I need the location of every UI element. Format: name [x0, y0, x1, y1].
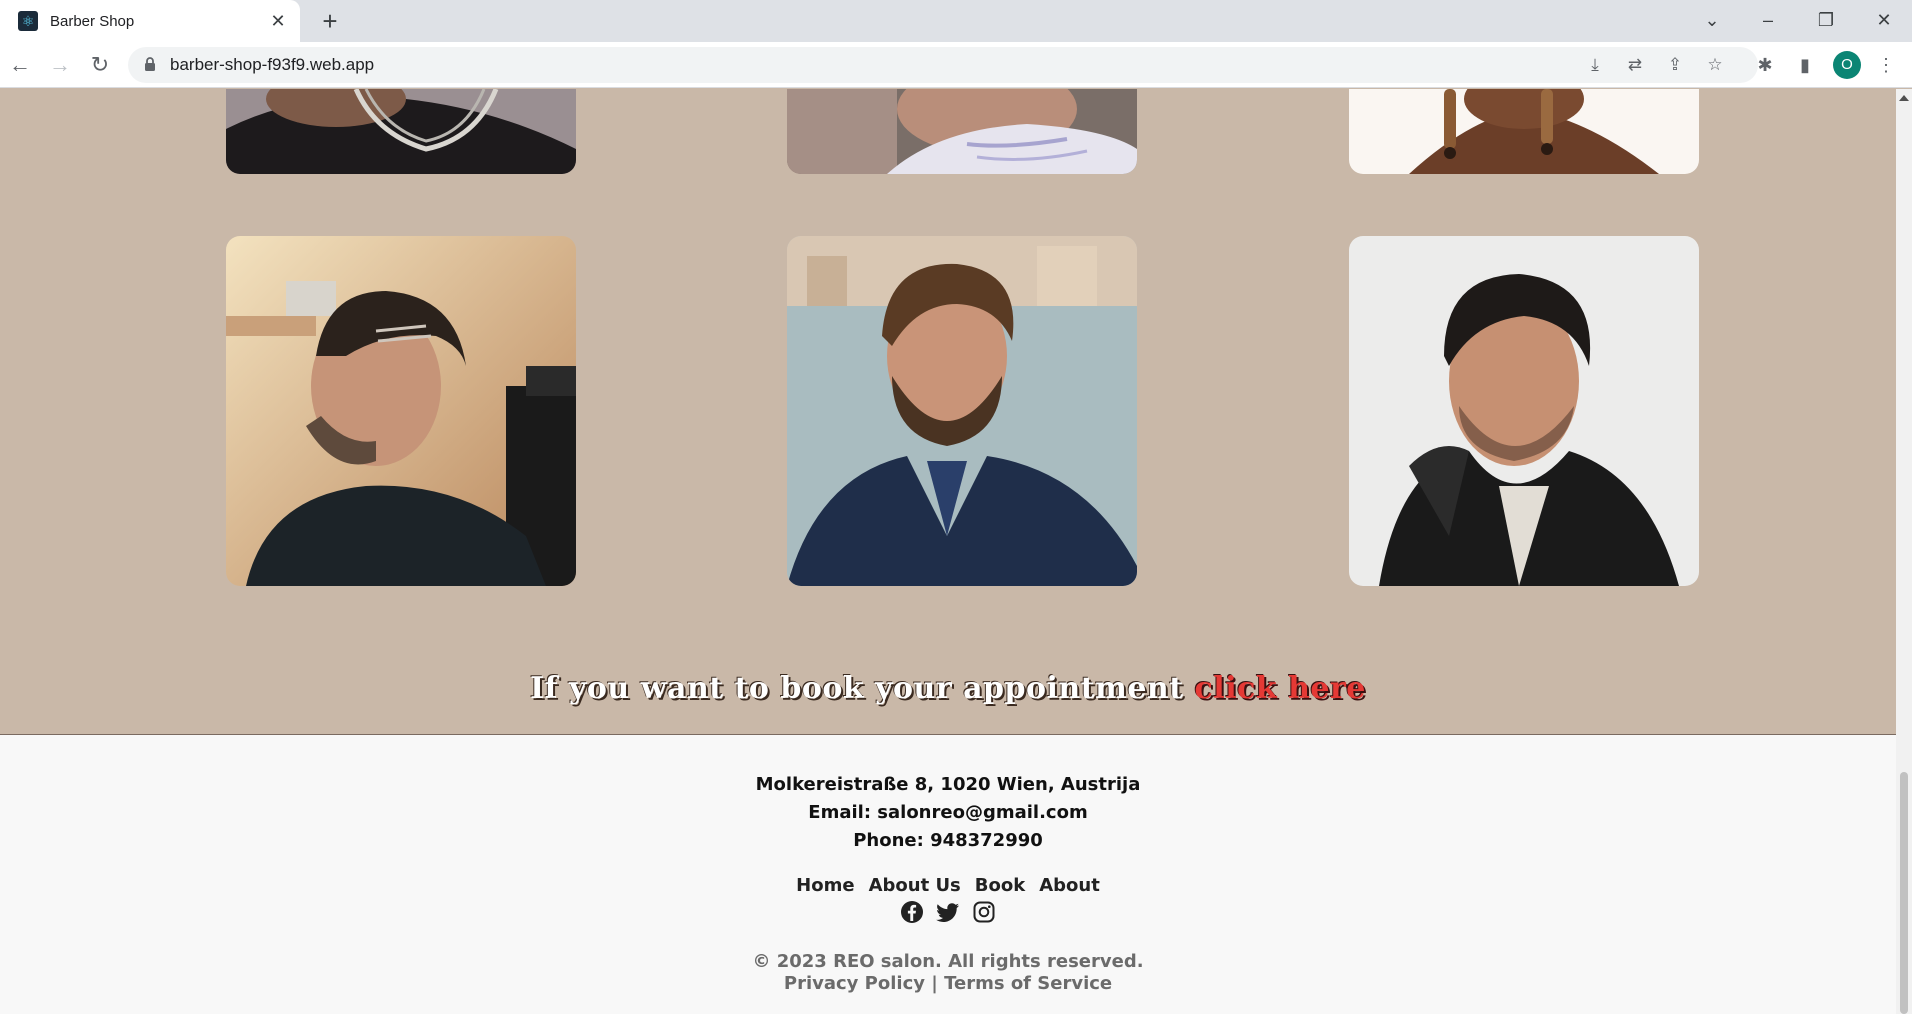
facebook-icon[interactable] [900, 900, 924, 924]
gallery-photo-man-chain [226, 89, 576, 174]
react-favicon-icon: ⚛ [18, 11, 38, 31]
restore-button[interactable]: ❐ [1806, 6, 1846, 34]
gallery-photo-short-crop [1349, 236, 1699, 586]
instagram-icon[interactable] [972, 900, 996, 924]
page-viewport: If you want to book your appointment cli… [0, 89, 1896, 1014]
extensions-puzzle-icon[interactable]: ✱ [1753, 53, 1777, 77]
forward-arrow-icon[interactable]: → [46, 51, 74, 79]
gallery-section: If you want to book your appointment cli… [0, 89, 1896, 734]
legal-separator: | [931, 973, 938, 994]
copyright-text: © 2023 REO salon. All rights reserved. [752, 951, 1144, 972]
social-links [0, 900, 1896, 924]
gallery-photo-fade-haircut [226, 236, 576, 586]
footer-link-about-us[interactable]: About Us [869, 875, 961, 896]
gallery-photo-man-shirt [787, 89, 1137, 174]
back-arrow-icon[interactable]: ← [6, 51, 34, 79]
twitter-icon[interactable] [936, 900, 960, 924]
scroll-thumb[interactable] [1900, 772, 1908, 1014]
tab-title: Barber Shop [50, 12, 135, 30]
privacy-policy-link[interactable]: Privacy Policy [784, 973, 925, 994]
cta-click-here-link[interactable]: click here [1195, 671, 1366, 706]
url-text: barber-shop-f93f9.web.app [170, 55, 375, 74]
cta-text: If you want to book your appointment [530, 671, 1184, 706]
gallery-photo-bearded-man [787, 236, 1137, 586]
side-panel-icon[interactable]: ▮ [1793, 53, 1817, 77]
contact-info: Molkereistraße 8, 1020 Wien, Austrija Em… [0, 771, 1896, 855]
tab-search-chevron-icon[interactable]: ⌄ [1692, 6, 1732, 34]
gallery-photo-woman-earrings [1349, 89, 1699, 174]
footer-nav: Home About Us Book About [0, 875, 1896, 896]
translate-icon[interactable]: ⇄ [1624, 54, 1646, 76]
email-text: Email: salonreo@gmail.com [808, 802, 1088, 823]
booking-cta: If you want to book your appointment cli… [0, 671, 1896, 706]
browser-toolbar: ← → ↻ barber-shop-f93f9.web.app ⤓ ⇄ ⇪ ☆ … [0, 42, 1912, 88]
footer-link-about[interactable]: About [1039, 875, 1100, 896]
footer-link-home[interactable]: Home [796, 875, 854, 896]
legal-links: Privacy Policy | Terms of Service [0, 973, 1896, 994]
install-app-icon[interactable]: ⤓ [1584, 54, 1606, 76]
chrome-menu-icon[interactable]: ⋮ [1874, 53, 1898, 77]
address-bar[interactable]: barber-shop-f93f9.web.app ⤓ ⇄ ⇪ ☆ [128, 47, 1758, 83]
bookmark-star-icon[interactable]: ☆ [1704, 54, 1726, 76]
terms-of-service-link[interactable]: Terms of Service [944, 973, 1112, 994]
browser-tab[interactable]: ⚛ Barber Shop ✕ [0, 0, 300, 42]
close-tab-icon[interactable]: ✕ [266, 9, 290, 33]
share-icon[interactable]: ⇪ [1664, 54, 1686, 76]
browser-titlebar: ⚛ Barber Shop ✕ + ⌄ – ❐ ✕ [0, 0, 1912, 42]
minimize-button[interactable]: – [1748, 6, 1788, 34]
address-text: Molkereistraße 8, 1020 Wien, Austrija [755, 774, 1141, 795]
reload-icon[interactable]: ↻ [86, 51, 114, 79]
page-scrollbar[interactable] [1896, 89, 1912, 1014]
close-window-button[interactable]: ✕ [1864, 6, 1904, 34]
footer-link-book[interactable]: Book [975, 875, 1025, 896]
scroll-up-arrow-icon[interactable] [1899, 95, 1909, 101]
new-tab-button[interactable]: + [316, 8, 344, 36]
site-footer: Molkereistraße 8, 1020 Wien, Austrija Em… [0, 734, 1896, 1014]
lock-icon [145, 57, 155, 71]
profile-avatar[interactable]: O [1833, 51, 1861, 79]
phone-text: Phone: 948372990 [853, 830, 1043, 851]
